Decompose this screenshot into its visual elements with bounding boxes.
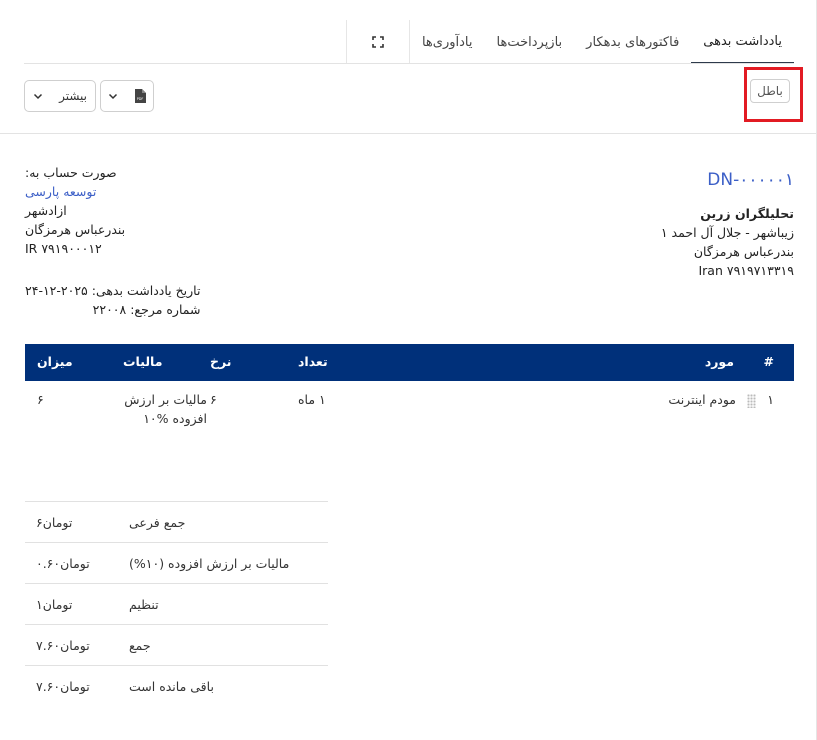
items-table-header: # مورد تعداد نرخ مالیات میزان [25,344,794,381]
tax-label: مالیات بر ارزش افزوده (۱۰%) [129,556,290,571]
row-number: ۱ [767,392,774,407]
header-rate: نرخ [210,354,232,369]
row-quantity: ۱ ماه [298,392,326,407]
total-value: ۷.۶۰تومان [36,638,90,653]
totals-row-total: ۷.۶۰تومان جمع [25,624,328,665]
adjustment-label: تنظیم [129,597,159,612]
subtotal-label: جمع فرعی [129,515,186,530]
pdf-dropdown-button[interactable]: PDF [100,80,154,112]
expand-button[interactable] [345,20,410,64]
sender-address-line: زیباشهر - جلال آل احمد ۱ [660,225,794,240]
row-rate: ۶ [210,392,217,407]
sender-country-zip: Iran ۷۹۱۹۷۱۳۳۱۹ [698,263,794,278]
totals-row-subtotal: ۶تومان جمع فرعی [25,501,328,542]
bill-to-label: صورت حساب به: [25,165,117,180]
header-tax: مالیات [123,354,163,369]
total-label: جمع [129,638,151,653]
tab-debit-note[interactable]: یادداشت بدهی [691,20,794,64]
header-quantity: تعداد [298,354,328,369]
bill-to: صورت حساب به: توسعه پارسی ازادشهر بندرعب… [25,163,125,258]
header-item: مورد [704,354,734,369]
tab-bar: یادداشت بدهی فاکتورهای بدهکار بازپرداخت‌… [345,20,794,64]
more-label: بیشتر [59,89,87,103]
header-number: # [763,354,774,369]
totals-row-tax: ۰.۶۰تومان مالیات بر ارزش افزوده (۱۰%) [25,542,328,583]
sender-city: بندرعباس هرمزگان [693,244,794,259]
expand-icon [372,36,384,48]
totals-row-balance-due: ۷.۶۰تومان باقی مانده است [25,665,328,706]
debit-note-number[interactable]: DN-۰۰۰۰۰۱ [707,170,794,190]
customer-city: بندرعباس هرمزگان [25,222,126,237]
tab-divider [24,63,794,64]
debit-note-panel: یادداشت بدهی فاکتورهای بدهکار بازپرداخت‌… [0,0,817,740]
drag-handle-icon[interactable] [747,394,756,408]
pdf-file-icon: PDF [135,89,146,103]
chevron-down-icon [33,93,43,100]
note-meta: تاریخ یادداشت بدهی: ۲۰۲۵-۱۲-۲۴ شماره مرج… [25,281,200,319]
balance-due-label: باقی مانده است [129,679,214,694]
reference-number: شماره مرجع: ۲۲۰۰۸ [92,302,201,317]
tab-debit-invoices[interactable]: فاکتورهای بدهکار [574,20,691,64]
balance-due-value: ۷.۶۰تومان [36,679,90,694]
tax-value: ۰.۶۰تومان [36,556,90,571]
chevron-down-icon [108,93,118,100]
customer-address-line: ازادشهر [25,203,67,218]
row-item: مودم اینترنت [668,392,736,407]
sender-address: تحلیلگران زرین زیباشهر - جلال آل احمد ۱ … [661,204,794,280]
subtotal-value: ۶تومان [36,515,73,530]
more-dropdown-button[interactable]: بیشتر [24,80,96,112]
totals-table: ۶تومان جمع فرعی ۰.۶۰تومان مالیات بر ارزش… [25,501,328,706]
svg-text:PDF: PDF [137,97,144,101]
customer-name-link[interactable]: توسعه پارسی [25,182,125,201]
tab-reminders[interactable]: یادآوری‌ها [410,20,485,64]
totals-row-adjustment: ۱تومان تنظیم [25,583,328,624]
header-amount: میزان [37,354,73,369]
toolbar-divider [0,133,816,134]
row-tax: مالیات بر ارزش افزوده %۱۰ [124,392,207,426]
debit-note-date: تاریخ یادداشت بدهی: ۲۰۲۵-۱۲-۲۴ [25,283,201,298]
table-row: ۱ مودم اینترنت ۱ ماه ۶ مالیات بر ارزش اف… [25,381,794,441]
customer-country-zip: IR ۷۹۱۹۰۰۰۱۲ [25,241,102,256]
row-amount: ۶ [37,392,44,407]
sender-name: تحلیلگران زرین [700,206,794,221]
adjustment-value: ۱تومان [36,597,73,612]
void-button-highlight [744,67,803,122]
tab-refunds[interactable]: بازپرداخت‌ها [485,20,575,64]
